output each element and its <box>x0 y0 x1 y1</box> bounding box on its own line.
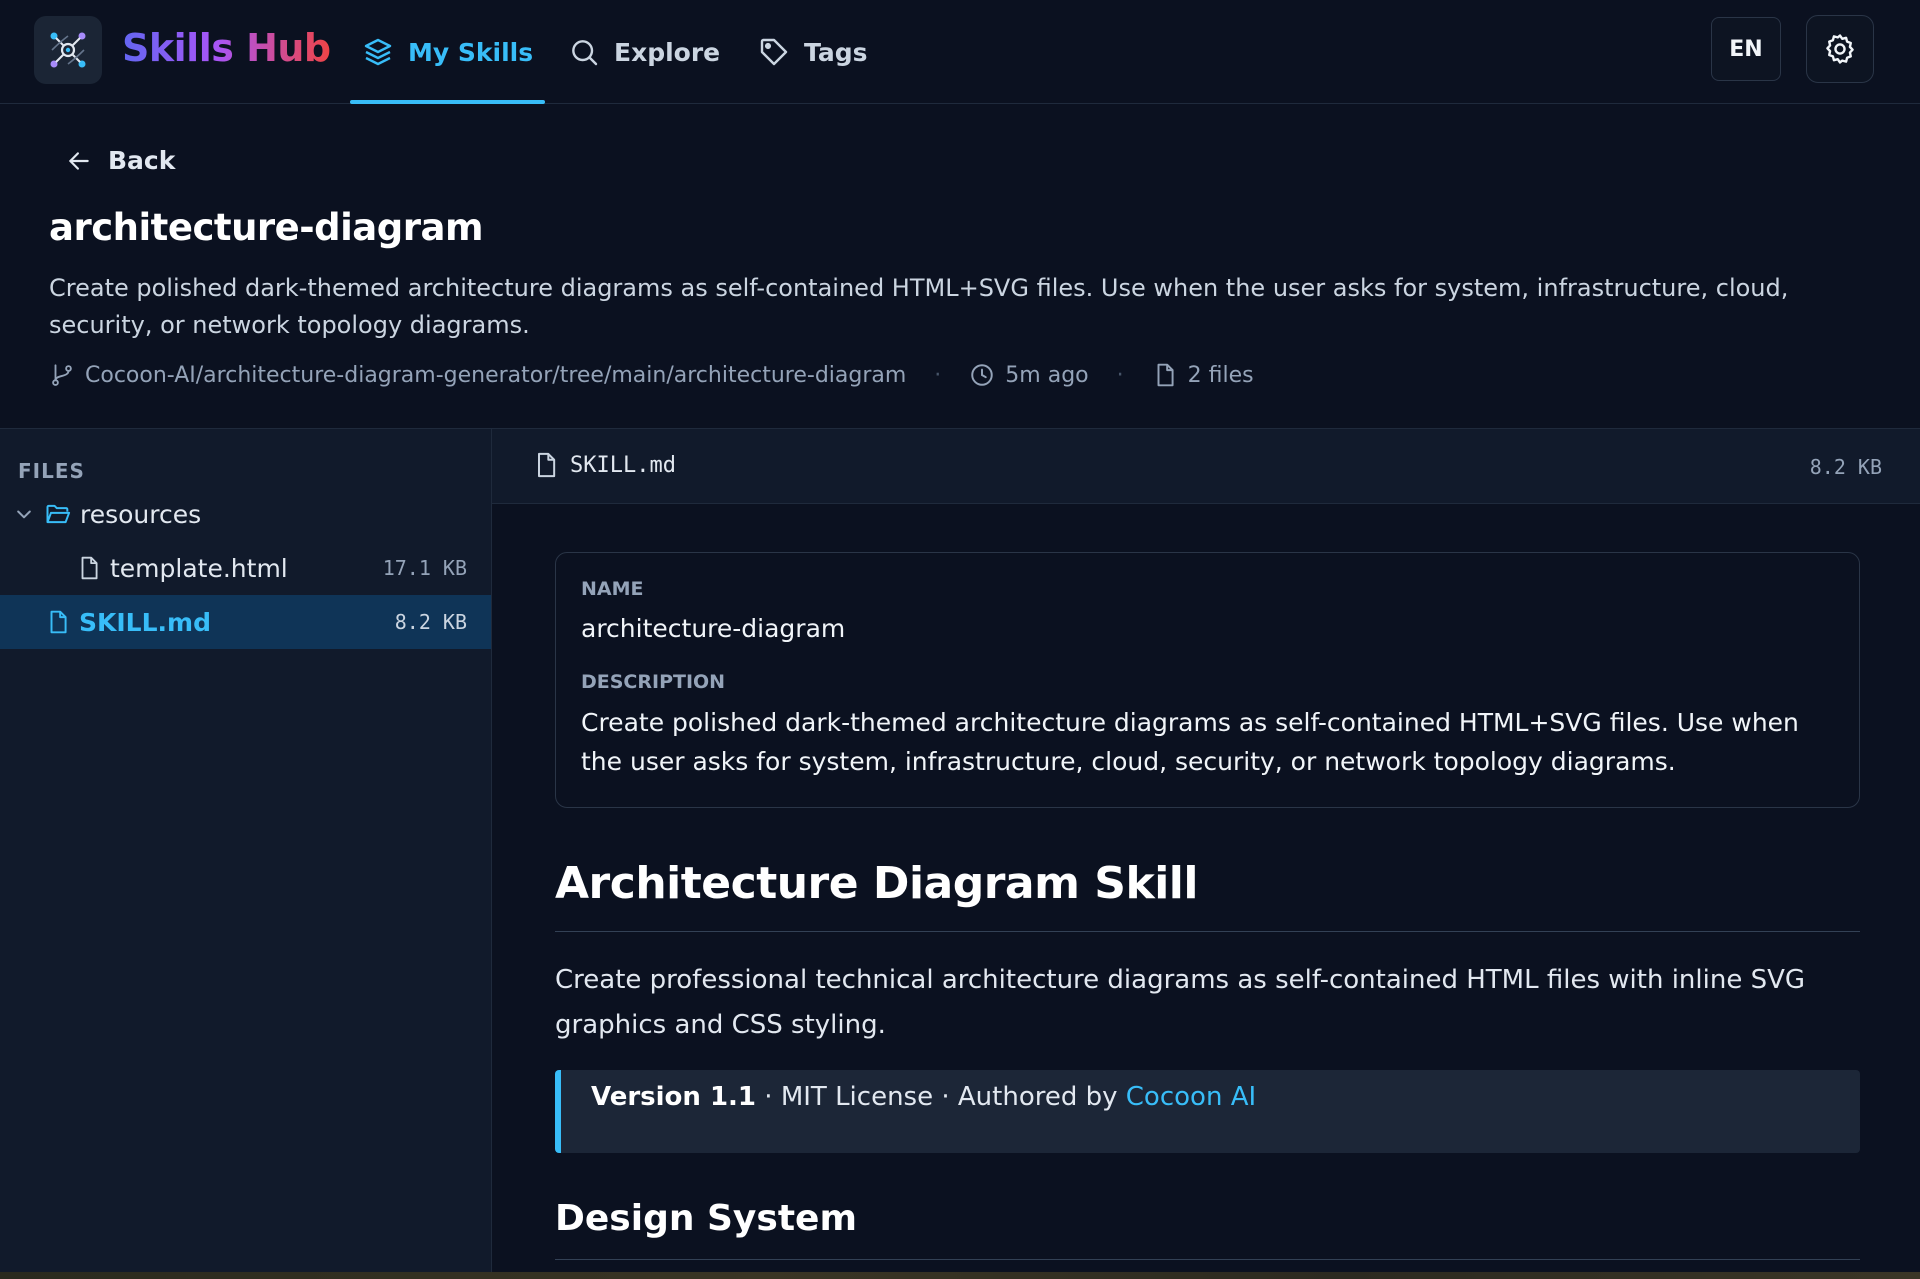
nav-explore[interactable]: Explore <box>568 0 720 104</box>
tree-file-skill-md[interactable]: SKILL.md 8.2 KB <box>0 595 491 649</box>
file-icon <box>1157 363 1174 387</box>
nav-my-skills[interactable]: My Skills <box>349 0 546 104</box>
file-size: 17.1 KB <box>382 556 467 580</box>
arrow-left-icon <box>69 151 89 170</box>
top-nav-bar: Skills Hub My Skills Explore Tags EN <box>0 0 1920 104</box>
tree-folder-resources[interactable]: resources <box>0 487 491 541</box>
files-heading: FILES <box>18 459 85 483</box>
file-icon <box>50 610 67 634</box>
version-text: Version 1.1 <box>591 1082 757 1112</box>
file-sidebar: FILES resources template.html 17.1 KB SK… <box>0 428 492 1279</box>
page-description: Create polished dark-themed architecture… <box>49 274 1789 339</box>
markdown-intro-paragraph: Create professional technical architectu… <box>555 965 1806 1040</box>
nav-my-skills-label: My Skills <box>408 37 534 67</box>
file-icon <box>81 556 98 580</box>
chevron-down-icon <box>17 510 31 519</box>
clock-icon <box>971 364 994 386</box>
source-path-text: Cocoon-AI/architecture-diagram-generator… <box>85 362 907 388</box>
file-size: 8.2 KB <box>394 610 467 634</box>
network-logo-icon <box>50 32 86 68</box>
markdown-heading-2: Design System <box>555 1198 1860 1260</box>
markdown-blockquote: Version 1.1 · MIT License · Authored by … <box>555 1070 1860 1153</box>
meta-separator: · <box>1116 362 1124 388</box>
nav-tags[interactable]: Tags <box>758 0 867 104</box>
page-title: architecture-diagram <box>49 206 484 249</box>
open-file-size: 8.2 KB <box>1809 455 1882 479</box>
skill-meta-row: Cocoon-AI/architecture-diagram-generator… <box>49 362 1254 388</box>
tree-item-label: resources <box>80 499 202 529</box>
source-path[interactable]: Cocoon-AI/architecture-diagram-generator… <box>49 362 906 388</box>
window-bottom-edge <box>0 1272 1920 1279</box>
file-viewer-header: SKILL.md 8.2 KB <box>492 428 1920 504</box>
tag-icon <box>760 38 788 66</box>
frontmatter-card: NAME architecture-diagram DESCRIPTION Cr… <box>555 552 1860 808</box>
frontmatter-name-label: NAME <box>581 578 644 600</box>
app-logo[interactable] <box>34 16 102 84</box>
back-label: Back <box>108 146 176 175</box>
folder-open-icon <box>46 504 71 524</box>
gear-icon <box>1826 34 1854 64</box>
license-author-text: · MIT License · Authored by <box>756 1082 1126 1112</box>
brand-name[interactable]: Skills Hub <box>122 26 331 70</box>
frontmatter-description-label: DESCRIPTION <box>581 671 726 693</box>
frontmatter-description-value: Create polished dark-themed architecture… <box>581 708 1799 776</box>
tree-item-label: SKILL.md <box>79 607 211 637</box>
tree-file-template-html[interactable]: template.html 17.1 KB <box>0 541 491 595</box>
frontmatter-name-value: architecture-diagram <box>581 614 846 643</box>
markdown-heading-1: Architecture Diagram Skill <box>555 858 1860 932</box>
back-link[interactable]: Back <box>66 146 175 175</box>
author-link[interactable]: Cocoon AI <box>1126 1082 1256 1112</box>
file-count-text: 2 files <box>1187 362 1254 388</box>
nav-explore-label: Explore <box>614 37 721 67</box>
tree-item-label: template.html <box>110 553 288 583</box>
language-button[interactable]: EN <box>1711 17 1781 81</box>
settings-button[interactable] <box>1806 15 1874 83</box>
meta-separator: · <box>934 362 942 388</box>
file-icon <box>538 452 556 478</box>
updated-time: 5m ago <box>969 362 1089 388</box>
search-icon <box>572 40 598 66</box>
updated-time-text: 5m ago <box>1005 362 1089 388</box>
git-branch-icon <box>52 364 72 386</box>
nav-tags-label: Tags <box>804 37 868 67</box>
layers-icon <box>364 38 392 66</box>
open-file-name: SKILL.md <box>570 453 676 478</box>
file-count: 2 files <box>1152 362 1254 388</box>
